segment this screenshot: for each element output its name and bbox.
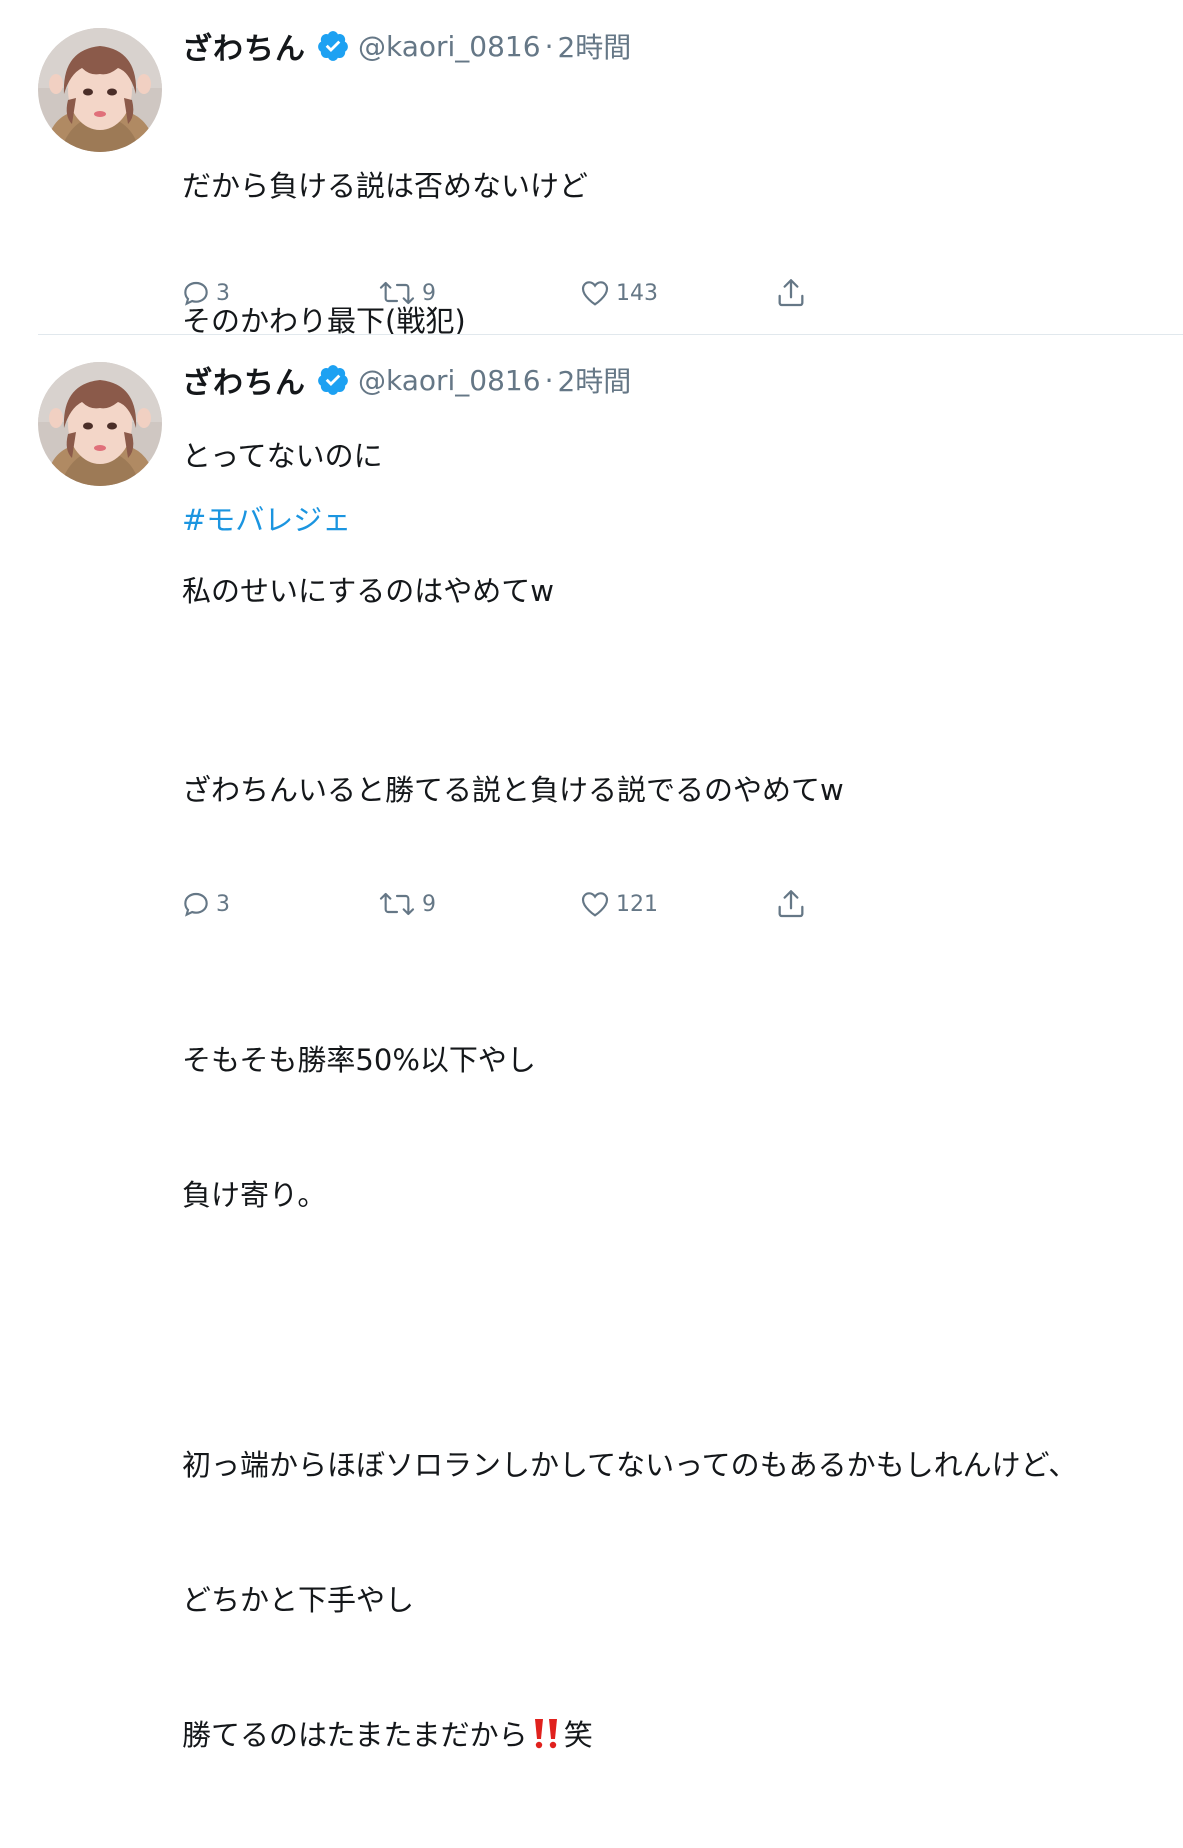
avatar[interactable]	[38, 28, 162, 152]
avatar-photo	[38, 28, 162, 152]
retweet-icon	[379, 281, 415, 305]
tweet-text-line: 初っ端からほぼソロランしかしてないってのもあるかもしれんけど、	[182, 1448, 1078, 1482]
share-icon	[778, 279, 804, 307]
tweet-text-line: ざわちんいると勝てる説と負ける説でるのやめてw	[182, 773, 844, 807]
tweet-text-segment: 勝てるのはたまたまだから	[182, 1718, 528, 1752]
verified-badge-icon	[316, 29, 350, 63]
like-button[interactable]: 121	[578, 884, 658, 924]
author-handle[interactable]: @kaori_0816	[358, 364, 541, 397]
like-count: 143	[616, 280, 658, 306]
tweet-text-last-line: 勝てるのはたまたまだから 笑	[182, 1713, 1077, 1758]
double-exclamation-icon	[534, 1719, 557, 1749]
separator-dot: ·	[544, 363, 554, 397]
tweet-header: ざわちん @kaori_0816 · 2時間	[182, 358, 631, 402]
reply-button[interactable]: 3	[180, 884, 230, 924]
author-name[interactable]: ざわちん	[182, 24, 306, 68]
reply-button[interactable]: 3	[180, 273, 230, 313]
avatar-photo	[38, 362, 162, 486]
tweet-text-line	[182, 633, 1077, 678]
tweet-text-line: だから負ける説は否めないけど	[182, 169, 589, 203]
retweet-button[interactable]: 9	[376, 884, 436, 924]
tweet-text-line: そもそも勝率50%以下やし	[182, 1043, 536, 1077]
retweet-icon	[379, 892, 415, 916]
like-count: 121	[616, 891, 658, 917]
reply-count: 3	[216, 280, 230, 306]
reply-icon	[184, 892, 208, 917]
reply-count: 3	[216, 891, 230, 917]
tweet-text: #モバレジェ ざわちんいると勝てる説と負ける説でるのやめてw そもそも勝率50%…	[182, 408, 1077, 1848]
separator-dot: ·	[544, 29, 554, 63]
tweet-time[interactable]: 2時間	[557, 360, 631, 400]
share-button[interactable]	[774, 273, 812, 313]
tweet-header: ざわちん @kaori_0816 · 2時間	[182, 24, 631, 68]
tweet-time[interactable]: 2時間	[557, 26, 631, 66]
retweet-button[interactable]: 9	[376, 273, 436, 313]
share-icon	[778, 890, 804, 918]
avatar[interactable]	[38, 362, 162, 486]
reply-icon	[184, 281, 208, 306]
share-button[interactable]	[774, 884, 812, 924]
heart-icon	[581, 892, 609, 917]
author-name[interactable]: ざわちん	[182, 358, 306, 402]
heart-icon	[581, 281, 609, 306]
tweet-divider	[38, 334, 1183, 335]
verified-badge-icon	[316, 363, 350, 397]
author-handle[interactable]: @kaori_0816	[358, 30, 541, 63]
tweet-text-line	[182, 1308, 1077, 1353]
tweet-text-segment: 笑	[563, 1718, 593, 1752]
tweet-text-line: 負け寄り。	[182, 1178, 327, 1212]
hashtag-link[interactable]: #モバレジェ	[182, 498, 1077, 543]
tweet-text-line: どちかと下手やし	[182, 1583, 415, 1617]
retweet-count: 9	[422, 280, 436, 306]
like-button[interactable]: 143	[578, 273, 658, 313]
retweet-count: 9	[422, 891, 436, 917]
